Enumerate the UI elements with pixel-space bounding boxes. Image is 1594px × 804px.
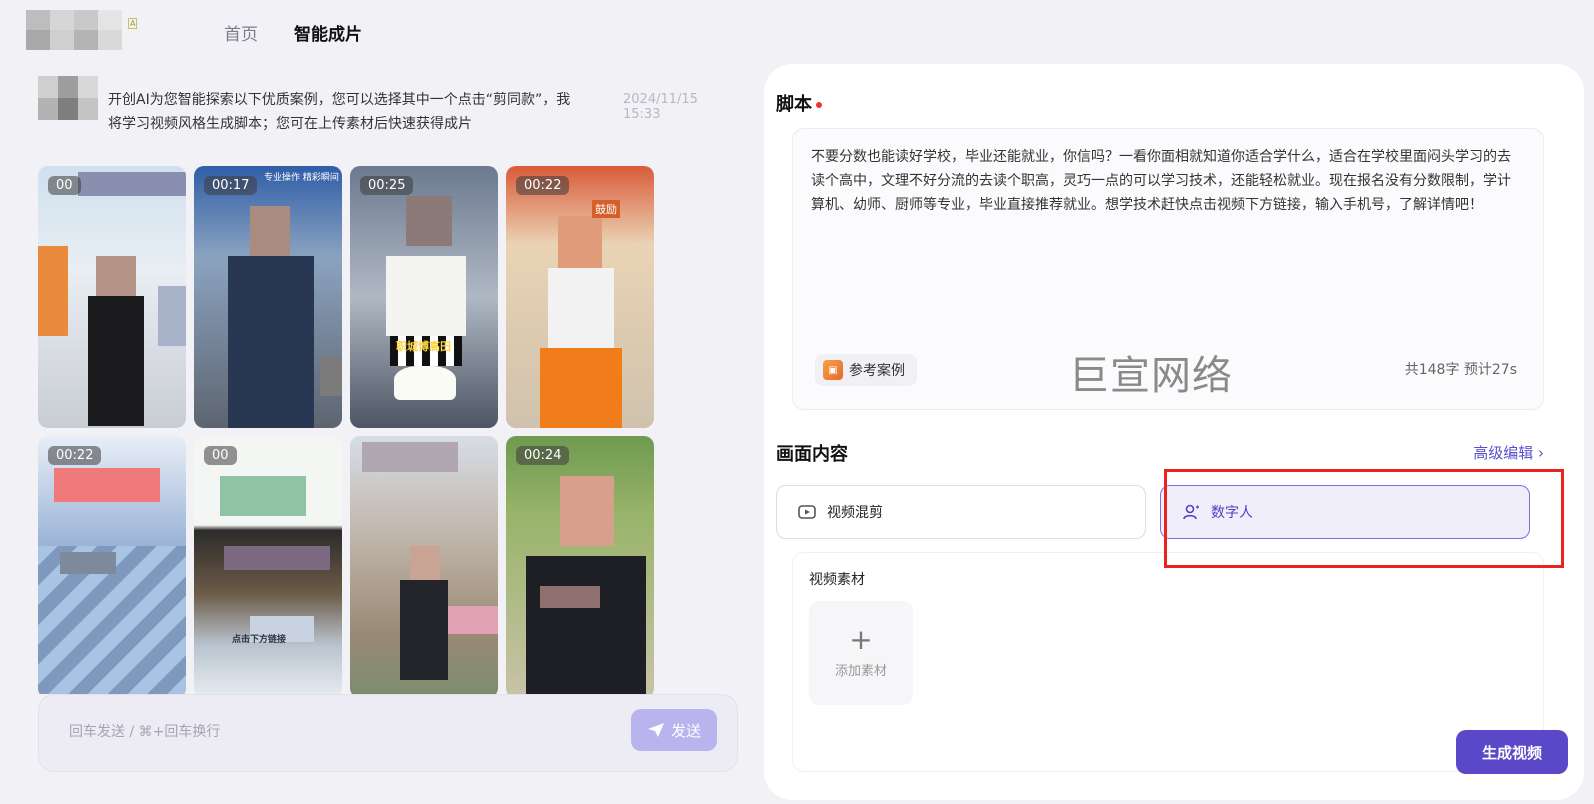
video-case-card[interactable]: 00 <box>38 166 186 428</box>
script-panel: 脚本 不要分数也能读好学校，毕业还能就业，你信吗？一看你面相就知道你适合学什么，… <box>764 64 1584 800</box>
video-duration: 00:22 <box>516 176 570 195</box>
reference-case-icon: ▣ <box>823 360 843 380</box>
video-case-card[interactable] <box>350 436 498 694</box>
video-duration: 00:17 <box>204 176 258 195</box>
content-title: 画面内容 <box>776 444 848 465</box>
video-duration: 00 <box>48 176 81 195</box>
top-nav: 首页 智能成片 <box>224 20 362 45</box>
video-caption: 鼓励 <box>592 200 620 218</box>
add-material-button[interactable]: + 添加素材 <box>809 601 913 705</box>
annotation-highlight-box <box>1164 469 1564 568</box>
avatar <box>38 76 98 120</box>
video-case-card[interactable]: 00:22 <box>38 436 186 694</box>
generate-video-button[interactable]: 生成视频 <box>1456 730 1568 774</box>
video-duration: 00:25 <box>360 176 414 195</box>
video-mix-icon <box>798 505 816 519</box>
add-material-label: 添加素材 <box>834 663 887 679</box>
nav-smart-video[interactable]: 智能成片 <box>294 20 362 45</box>
video-mix-option[interactable]: 视频混剪 <box>776 485 1146 539</box>
video-mix-label: 视频混剪 <box>827 505 883 521</box>
send-button[interactable]: 发送 <box>631 709 717 751</box>
message-timestamp: 2024/11/15 15:33 <box>623 92 698 122</box>
script-text[interactable]: 不要分数也能读好学校，毕业还能就业，你信吗？一看你面相就知道你适合学什么，适合在… <box>811 145 1523 217</box>
advanced-edit-link[interactable]: 高级编辑 › <box>1473 442 1544 463</box>
reference-case-label: 参考案例 <box>849 363 905 379</box>
video-case-card[interactable]: 职城博高田 00:25 <box>350 166 498 428</box>
video-duration: 00:24 <box>516 446 570 465</box>
video-case-grid: 00 专业操作 精彩瞬间 00:17 职城博高田 00:25 鼓励 00:22 … <box>38 166 660 694</box>
video-duration: 00:22 <box>48 446 102 465</box>
video-material-label: 视频素材 <box>809 572 865 588</box>
video-caption: 点击下方链接 <box>232 635 287 645</box>
video-case-card[interactable]: 专业操作 精彩瞬间 00:17 <box>194 166 342 428</box>
video-caption: 专业操作 精彩瞬间 <box>264 173 339 183</box>
word-count: 共148字 预计27s <box>1404 362 1517 378</box>
send-icon <box>647 723 664 737</box>
video-caption: 职城博高田 <box>396 340 451 353</box>
video-case-card[interactable]: 点击下方链接 00 <box>194 436 342 694</box>
reference-case-button[interactable]: ▣ 参考案例 <box>815 354 917 386</box>
required-dot <box>816 102 822 108</box>
chat-input-bar[interactable]: 回车发送 / ⌘+回车换行 发送 <box>38 694 738 772</box>
video-case-card[interactable]: 00:24 <box>506 436 654 694</box>
video-case-card[interactable]: 鼓励 00:22 <box>506 166 654 428</box>
video-duration: 00 <box>204 446 237 465</box>
video-material-section: 视频素材 + 添加素材 <box>792 552 1544 772</box>
chat-input-placeholder[interactable]: 回车发送 / ⌘+回车换行 <box>69 721 220 741</box>
app-logo: A <box>26 10 138 52</box>
plus-icon: + <box>849 622 873 656</box>
assistant-message-text: 开创AI为您智能探索以下优质案例，您可以选择其中一个点击“剪同款”，我将学习视频… <box>108 92 571 132</box>
script-editor[interactable]: 不要分数也能读好学校，毕业还能就业，你信吗？一看你面相就知道你适合学什么，适合在… <box>792 128 1544 410</box>
watermark: 巨宣网络 <box>1069 353 1233 399</box>
logo-badge: A <box>128 18 138 29</box>
nav-home[interactable]: 首页 <box>224 20 258 45</box>
send-label: 发送 <box>670 721 701 740</box>
script-title: 脚本 <box>776 90 822 116</box>
